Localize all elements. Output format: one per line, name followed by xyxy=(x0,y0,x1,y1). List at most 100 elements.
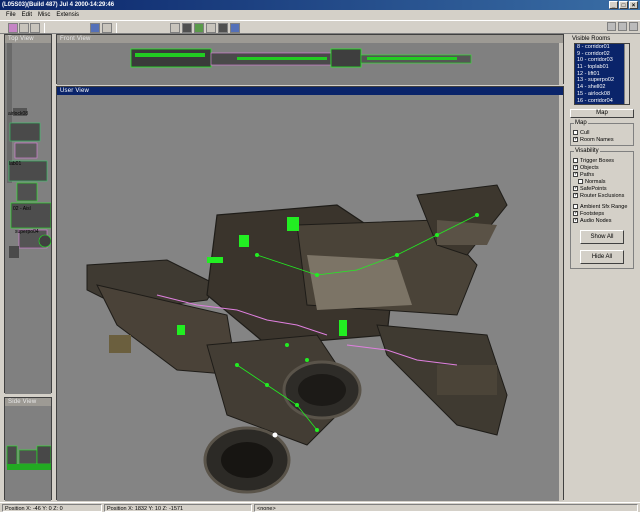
view-frame-icon[interactable] xyxy=(102,23,112,33)
minimize-button[interactable]: _ xyxy=(609,1,618,9)
paths-checkbox[interactable]: ✓ Paths xyxy=(573,171,631,178)
map-button[interactable]: Map xyxy=(570,109,634,118)
checkbox-label: Normals xyxy=(585,178,606,185)
check-icon: ✓ xyxy=(573,185,579,191)
checkbox-label: Trigger Boxes xyxy=(580,157,615,164)
menu-extensis[interactable]: Extensis xyxy=(56,10,79,20)
room-names-checkbox[interactable]: ✓ Room Names xyxy=(573,136,631,143)
audio-nodes-checkbox[interactable]: ✓ Audio Nodes xyxy=(573,217,631,224)
side-view-panel: Side View xyxy=(4,397,52,501)
cull-checkbox[interactable]: Cull xyxy=(573,129,631,136)
room-label: airlock08 xyxy=(8,111,28,117)
checkbox-box xyxy=(578,179,583,184)
list-item[interactable]: 8 - corridor01 xyxy=(575,44,629,51)
hide-all-button[interactable]: Hide All xyxy=(580,250,624,264)
lighting-icon[interactable] xyxy=(206,23,216,33)
status-bar: Position X: -46 Y: 0 Z: 0 Position X: 18… xyxy=(0,502,640,512)
list-item[interactable]: 10 - corridor03 xyxy=(575,57,629,65)
front-view-panel: Front View xyxy=(56,34,564,85)
visible-rooms-list[interactable]: 8 - corridor01 9 - corridor02 10 - corri… xyxy=(574,43,630,105)
close-button[interactable]: × xyxy=(629,1,638,9)
arrow-left-icon[interactable] xyxy=(90,23,100,33)
trigger-boxes-checkbox[interactable]: Trigger Boxes xyxy=(573,157,631,164)
side-view-title: Side View xyxy=(5,398,51,406)
show-all-button[interactable]: Show All xyxy=(580,230,624,244)
checkbox-label: Footsteps xyxy=(580,210,605,217)
check-icon: ✓ xyxy=(573,192,579,198)
move-tool-icon[interactable] xyxy=(19,23,29,33)
router-exclusions-checkbox[interactable]: ✓ Router Exclusions xyxy=(573,192,631,199)
3d-level-render xyxy=(86,184,508,494)
safepoints-checkbox[interactable]: ✓ SafePoints xyxy=(573,185,631,192)
toolbar xyxy=(0,20,640,34)
toolbar-separator xyxy=(116,23,117,33)
front-view-scrollbar[interactable] xyxy=(559,43,563,85)
visibility-group-legend: Visability xyxy=(574,148,600,154)
list-item[interactable]: 13 - superpo02 xyxy=(575,77,629,85)
footsteps-checkbox[interactable]: ✓ Footsteps xyxy=(573,210,631,217)
front-view-map xyxy=(130,48,472,68)
top-view-viewport[interactable]: airlock08 lab01 02 - Aisl superpo04 xyxy=(5,43,51,394)
list-item[interactable]: 16 - corridor04 xyxy=(575,97,629,104)
list-item[interactable]: 14 - shell02 xyxy=(575,84,629,91)
checkbox-box xyxy=(573,204,578,209)
user-view-panel: User View xyxy=(56,86,564,501)
render-icon[interactable] xyxy=(230,23,240,33)
list-item[interactable]: 11 - toplab01 xyxy=(575,64,629,71)
side-view-map xyxy=(6,445,51,470)
paths-tab-icon[interactable] xyxy=(618,22,627,31)
visible-rooms-label: Visible Rooms xyxy=(572,36,611,42)
map-group-legend: Map xyxy=(574,120,588,126)
top-view-title: Top View xyxy=(5,35,51,43)
user-view-scrollbar[interactable] xyxy=(559,95,563,501)
room-label: lab01 xyxy=(9,161,21,167)
properties-panel: Visible Rooms 8 - corridor01 9 - corrido… xyxy=(566,20,640,500)
select-tool-icon[interactable] xyxy=(8,23,18,33)
cursor-position-status: Position X: -46 Y: 0 Z: 0 xyxy=(2,504,102,512)
objects-checkbox[interactable]: ✓ Objects xyxy=(573,164,631,171)
checkbox-label: Audio Nodes xyxy=(580,217,612,224)
menu-edit[interactable]: Edit xyxy=(22,10,32,20)
list-item[interactable]: 15 - airlock08 xyxy=(575,90,629,98)
rotate-tool-icon[interactable] xyxy=(30,23,40,33)
front-view-title: Front View xyxy=(57,35,563,43)
checkbox-label: Room Names xyxy=(580,136,614,143)
checkbox-box xyxy=(573,130,578,135)
list-item[interactable]: 12 - lift01 xyxy=(575,70,629,78)
panel-tab-icons xyxy=(566,20,640,34)
map-group: Map Cull ✓ Room Names xyxy=(570,120,634,146)
normals-checkbox[interactable]: Normals xyxy=(573,178,631,185)
check-icon: ✓ xyxy=(573,136,579,142)
menu-misc[interactable]: Misc xyxy=(38,10,50,20)
check-icon: ✓ xyxy=(573,164,579,170)
solid-icon[interactable] xyxy=(182,23,192,33)
check-icon: ✓ xyxy=(573,171,579,177)
check-icon: ✓ xyxy=(573,210,579,216)
ambient-sfx-range-checkbox[interactable]: Ambient Sfx Range xyxy=(573,203,631,210)
list-item[interactable]: 9 - corridor02 xyxy=(575,50,629,58)
checkbox-label: Objects xyxy=(580,164,599,171)
checkbox-box xyxy=(573,158,578,163)
textured-icon[interactable] xyxy=(194,23,204,33)
title-bar: (L05S03)(Build 487) Jul 4 2000-14:29:46 … xyxy=(0,0,640,10)
toolbar-separator xyxy=(44,23,45,33)
user-view-title: User View xyxy=(57,87,563,95)
checkbox-label: Ambient Sfx Range xyxy=(580,203,628,210)
room-label: superpo04 xyxy=(15,229,39,235)
camera-icon[interactable] xyxy=(218,23,228,33)
menu-file[interactable]: File xyxy=(6,10,16,20)
checkbox-label: Cull xyxy=(580,129,590,136)
front-view-viewport[interactable] xyxy=(57,43,563,85)
world-position-status: Position X: 1832 Y: 10 Z: -1571 xyxy=(104,504,252,512)
wireframe-icon[interactable] xyxy=(170,23,180,33)
objects-tab-icon[interactable] xyxy=(629,22,638,31)
rooms-tab-icon[interactable] xyxy=(607,22,616,31)
checkbox-label: SafePoints xyxy=(580,185,607,192)
user-view-viewport[interactable] xyxy=(57,95,563,501)
top-view-map: airlock08 lab01 02 - Aisl superpo04 xyxy=(7,43,51,258)
checkbox-label: Router Exclusions xyxy=(580,192,625,199)
room-list-scrollbar[interactable] xyxy=(624,44,629,104)
maximize-button[interactable]: □ xyxy=(619,1,628,9)
side-view-viewport[interactable] xyxy=(5,406,51,501)
visibility-group: Visability Trigger Boxes ✓ Objects ✓ Paths… xyxy=(570,148,634,269)
